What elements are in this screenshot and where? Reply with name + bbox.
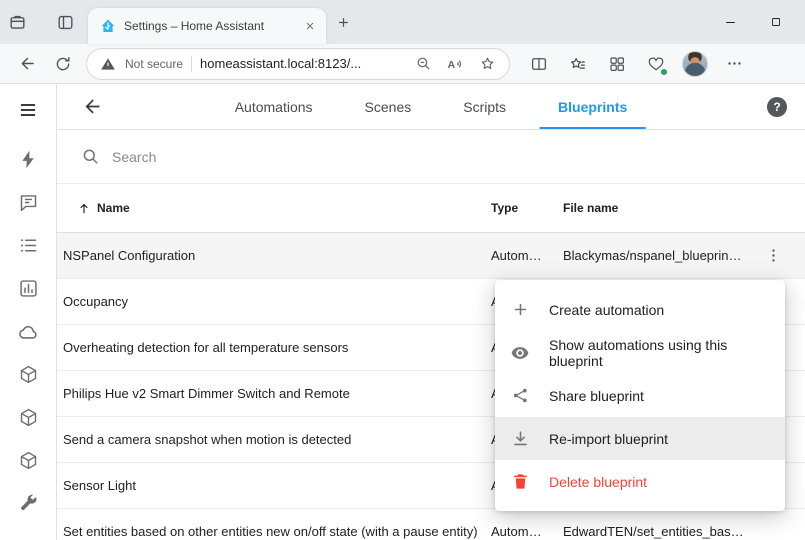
- search-bar: [57, 130, 805, 184]
- trash-icon: [509, 471, 531, 493]
- home-assistant-favicon: [100, 18, 116, 34]
- table-row[interactable]: Set entities based on other entities new…: [57, 509, 805, 540]
- chart-icon[interactable]: [6, 267, 50, 310]
- menu-item-show-automations[interactable]: Show automations using this blueprint: [495, 331, 785, 374]
- favorite-star-icon[interactable]: [475, 52, 499, 76]
- cube-icon[interactable]: [6, 396, 50, 439]
- table-row[interactable]: NSPanel Configuration Autom… Blackymas/n…: [57, 233, 805, 279]
- share-icon: [509, 385, 531, 407]
- tab-title: Settings – Home Assistant: [124, 19, 292, 33]
- url-text[interactable]: homeassistant.local:8123/...: [200, 56, 403, 71]
- menu-item-reimport-blueprint[interactable]: Re-import blueprint: [495, 417, 785, 460]
- extensions-icon[interactable]: [602, 48, 632, 80]
- tab-actions-icon[interactable]: [48, 5, 82, 39]
- download-icon: [509, 428, 531, 450]
- favorites-hub-icon[interactable]: [563, 48, 593, 80]
- refresh-icon[interactable]: [46, 48, 80, 80]
- plus-icon: [509, 299, 531, 321]
- security-label: Not secure: [125, 57, 183, 71]
- search-icon: [81, 147, 100, 166]
- column-header-name[interactable]: Name: [63, 201, 491, 215]
- workspaces-icon[interactable]: [0, 5, 34, 39]
- tab-scenes[interactable]: Scenes: [339, 84, 438, 129]
- cube-icon[interactable]: [6, 353, 50, 396]
- avatar: [682, 51, 708, 77]
- svg-text:A: A: [448, 58, 456, 70]
- menu-item-create-automation[interactable]: Create automation: [495, 288, 785, 331]
- menu-item-delete-blueprint[interactable]: Delete blueprint: [495, 460, 785, 503]
- more-icon[interactable]: [719, 48, 749, 80]
- sort-asc-icon: [77, 201, 91, 215]
- window-controls: [707, 0, 805, 44]
- tab-scripts[interactable]: Scripts: [437, 84, 532, 129]
- maximize-icon[interactable]: [753, 0, 799, 44]
- tab-close-icon[interactable]: [300, 16, 320, 36]
- kebab-icon[interactable]: [753, 236, 793, 276]
- cube-icon[interactable]: [6, 439, 50, 482]
- address-bar[interactable]: Not secure homeassistant.local:8123/... …: [86, 48, 510, 80]
- browser-tab[interactable]: Settings – Home Assistant: [88, 8, 326, 44]
- search-input[interactable]: [112, 149, 781, 165]
- ha-back-icon[interactable]: [75, 90, 109, 124]
- status-dot: [660, 68, 668, 76]
- toolbar-actions: [524, 48, 749, 80]
- warning-icon[interactable]: [99, 52, 117, 76]
- new-tab-icon[interactable]: [326, 5, 360, 39]
- column-header-type[interactable]: Type: [491, 201, 563, 215]
- browser-tabstrip: Settings – Home Assistant: [0, 0, 805, 44]
- browser-window: Settings – Home Assistant: [0, 0, 805, 540]
- hamburger-menu-icon[interactable]: [6, 90, 50, 130]
- menu-item-share-blueprint[interactable]: Share blueprint: [495, 374, 785, 417]
- ha-sidebar: [0, 84, 57, 540]
- eye-icon: [509, 342, 531, 364]
- browser-essentials-icon[interactable]: [641, 48, 671, 80]
- browser-toolbar: Not secure homeassistant.local:8123/... …: [0, 44, 805, 84]
- zoom-out-icon[interactable]: [411, 52, 435, 76]
- tab-blueprints[interactable]: Blueprints: [532, 84, 653, 129]
- wrench-icon[interactable]: [6, 482, 50, 525]
- energy-bolt-icon[interactable]: [6, 138, 50, 181]
- column-header-file[interactable]: File name: [563, 201, 749, 215]
- close-window-icon[interactable]: [799, 0, 805, 44]
- table-header: Name Type File name: [57, 184, 805, 233]
- read-aloud-icon[interactable]: A: [443, 52, 467, 76]
- ha-header: Automations Scenes Scripts Blueprints ?: [57, 84, 805, 130]
- blueprint-context-menu: Create automation Show automations using…: [495, 280, 785, 511]
- split-screen-icon[interactable]: [524, 48, 554, 80]
- cloud-icon[interactable]: [6, 310, 50, 353]
- media-console-icon[interactable]: [6, 181, 50, 224]
- help-icon[interactable]: ?: [767, 97, 787, 117]
- back-icon[interactable]: [10, 48, 44, 80]
- ha-tabs: Automations Scenes Scripts Blueprints: [209, 84, 654, 129]
- divider: [191, 56, 192, 72]
- profile-avatar[interactable]: [680, 48, 710, 80]
- minimize-icon[interactable]: [707, 0, 753, 44]
- list-icon[interactable]: [6, 224, 50, 267]
- tab-automations[interactable]: Automations: [209, 84, 339, 129]
